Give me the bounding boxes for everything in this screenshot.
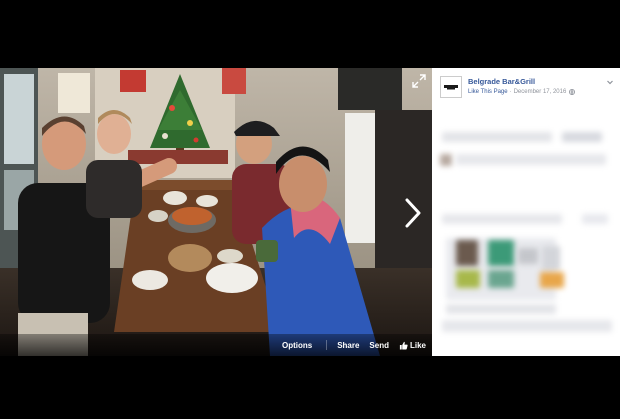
photo-viewer: Options Share Send Like [0, 68, 432, 356]
blurred-image [518, 248, 538, 264]
blurred-text-line [582, 214, 608, 224]
share-button[interactable]: Share [337, 341, 359, 350]
page-avatar[interactable] [440, 76, 462, 98]
chevron-down-icon[interactable] [606, 78, 614, 86]
blurred-text-line [446, 304, 556, 314]
blurred-image [540, 272, 564, 288]
next-arrow-icon[interactable] [402, 196, 424, 230]
blurred-image [542, 246, 560, 270]
photo-action-bar: Options Share Send Like [0, 334, 432, 356]
blurred-image [456, 270, 480, 288]
restaurant-photo [0, 68, 432, 356]
like-page-link[interactable]: Like This Page [468, 89, 508, 95]
post-date[interactable]: December 17, 2016 [514, 89, 567, 95]
blurred-text-line [442, 132, 552, 142]
post-meta: Like This Page · December 17, 2016 [468, 89, 576, 95]
like-icon [399, 341, 408, 350]
blurred-image [488, 270, 514, 288]
divider [326, 340, 328, 350]
blurred-text-line [456, 154, 606, 165]
blurred-text-line [562, 132, 602, 142]
photo-actions: Options Share Send Like [282, 334, 426, 356]
globe-icon [569, 89, 576, 95]
meta-separator: · [509, 89, 512, 95]
blurred-text-line [442, 320, 612, 332]
options-button[interactable]: Options [282, 341, 312, 350]
like-label: Like [409, 340, 426, 350]
send-button[interactable]: Send [369, 341, 389, 350]
blurred-text-line [440, 154, 452, 166]
post-sidebar: Belgrade Bar&Grill Like This Page · Dece… [432, 68, 620, 356]
page-name[interactable]: Belgrade Bar&Grill [468, 77, 535, 86]
expand-icon[interactable] [412, 74, 426, 88]
blurred-image [488, 240, 514, 266]
blurred-image [456, 240, 478, 266]
page-logo-icon [444, 85, 458, 90]
photo [0, 68, 432, 356]
blurred-text-line [442, 214, 562, 224]
page-header: Belgrade Bar&Grill Like This Page · Dece… [440, 76, 616, 102]
like-button[interactable]: Like [399, 341, 426, 350]
